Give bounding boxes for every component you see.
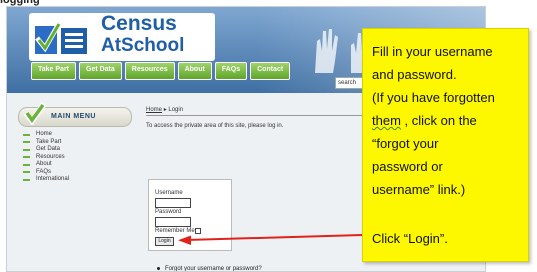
content-divider bbox=[146, 115, 366, 116]
menu-item-label: Home bbox=[36, 131, 53, 137]
instruction-callout: Fill in your username and password. (If … bbox=[362, 28, 529, 262]
callout-line: username” link.) bbox=[372, 182, 466, 197]
forgot-link-item: Forgot your username or password? bbox=[157, 266, 262, 271]
menu-item-get-data[interactable]: Get Data bbox=[23, 146, 69, 154]
nav-get-data[interactable]: Get Data bbox=[79, 62, 122, 80]
login-intro-text: To access the private area of this site,… bbox=[146, 123, 284, 129]
remember-me-label: Remember Me bbox=[155, 228, 195, 234]
breadcrumb-current: Login bbox=[168, 107, 184, 113]
menu-item-label: Take Part bbox=[36, 138, 62, 145]
nav-about[interactable]: About bbox=[177, 62, 212, 80]
menu-dash bbox=[23, 178, 30, 181]
nav-take-part[interactable]: Take Part bbox=[31, 62, 76, 80]
login-form: Username Password Remember Me Login bbox=[148, 179, 232, 251]
callout-line: (If you have forgotten bbox=[372, 90, 495, 105]
menu-item-home[interactable]: Home bbox=[23, 131, 69, 139]
remember-me-checkbox[interactable] bbox=[195, 228, 201, 234]
spellcheck-underlined-word: them bbox=[372, 113, 401, 128]
menu-item-label: About bbox=[36, 161, 52, 167]
menu-item-label: Resources bbox=[36, 153, 65, 160]
menu-dash bbox=[23, 141, 30, 144]
menu-item-resources[interactable]: Resources bbox=[23, 154, 69, 162]
login-button[interactable]: Login bbox=[155, 237, 174, 246]
main-menu-list: Home Take Part Get Data Resources About … bbox=[23, 131, 69, 184]
menu-check-icon bbox=[23, 102, 47, 125]
menu-item-label: Get Data bbox=[36, 146, 61, 152]
callout-line: Fill in your username bbox=[372, 44, 493, 59]
forgot-username-password-link[interactable]: Forgot your username or password? bbox=[165, 266, 262, 271]
username-field[interactable] bbox=[155, 198, 191, 208]
menu-item-international[interactable]: International bbox=[23, 176, 69, 184]
menu-dash bbox=[23, 133, 30, 136]
menu-dash bbox=[23, 163, 30, 166]
menu-item-about[interactable]: About bbox=[23, 161, 69, 169]
callout-line: “forgot your bbox=[372, 136, 439, 151]
menu-dash bbox=[23, 171, 30, 174]
bullet-icon bbox=[157, 266, 160, 270]
callout-instructions: Fill in your username and password. (If … bbox=[372, 40, 524, 201]
breadcrumb: Home ▸ Login bbox=[146, 106, 183, 113]
breadcrumb-separator-icon: ▸ bbox=[163, 107, 167, 113]
menu-item-faqs[interactable]: FAQs bbox=[23, 169, 69, 177]
callout-line: them , click on the bbox=[372, 109, 524, 132]
callout-line: password or bbox=[372, 159, 443, 174]
password-label: Password bbox=[155, 209, 182, 215]
username-label: Username bbox=[155, 190, 183, 196]
main-menu-title: MAIN MENU bbox=[51, 113, 96, 120]
nav-contact[interactable]: Contact bbox=[250, 62, 291, 80]
breadcrumb-home-link[interactable]: Home bbox=[146, 107, 162, 113]
census-logo-check-icon bbox=[35, 18, 87, 54]
callout-line: and password. bbox=[372, 67, 457, 82]
menu-item-label: International bbox=[36, 176, 70, 182]
callout-line-rest: , click on the bbox=[400, 113, 477, 128]
logo-text-census: Census bbox=[101, 12, 177, 35]
menu-item-label: FAQs bbox=[36, 168, 52, 175]
callout-click-login: Click “Login”. bbox=[372, 231, 448, 246]
menu-item-take-part[interactable]: Take Part bbox=[23, 139, 69, 147]
logo-text-atschool: AtSchool bbox=[101, 35, 185, 56]
nav-resources[interactable]: Resources bbox=[124, 62, 175, 80]
main-navigation: Take Part Get Data Resources About FAQs … bbox=[31, 62, 291, 80]
census-at-school-logo[interactable]: Census AtSchool bbox=[29, 12, 215, 61]
menu-dash bbox=[23, 148, 30, 151]
menu-dash bbox=[23, 156, 30, 159]
nav-faqs[interactable]: FAQs bbox=[214, 62, 248, 80]
password-field[interactable] bbox=[155, 217, 191, 227]
